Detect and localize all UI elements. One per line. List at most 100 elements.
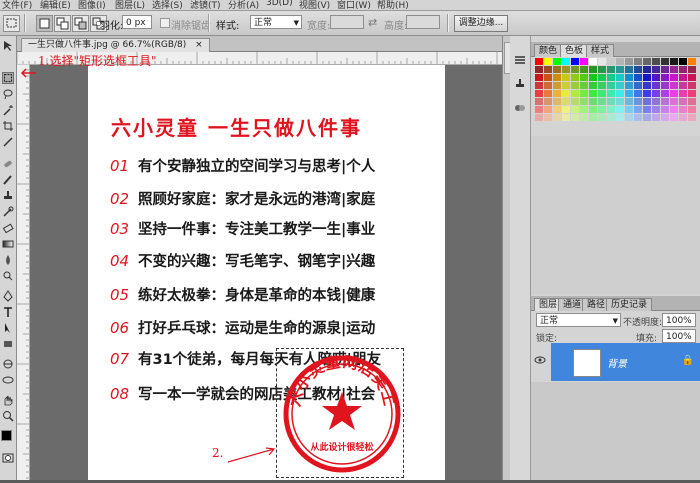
layer-row[interactable]: 背景 🔒 bbox=[551, 343, 700, 381]
eyedropper-tool[interactable] bbox=[2, 136, 14, 148]
styles-icon[interactable] bbox=[514, 102, 526, 117]
swatch[interactable] bbox=[580, 106, 588, 113]
swatch[interactable] bbox=[580, 66, 588, 73]
hand-tool[interactable] bbox=[2, 394, 14, 406]
swatch[interactable] bbox=[670, 74, 678, 81]
swatch[interactable] bbox=[553, 58, 561, 65]
swatch[interactable] bbox=[589, 98, 597, 105]
history-brush-tool[interactable] bbox=[2, 206, 14, 218]
tool-preset-picker[interactable] bbox=[3, 15, 20, 32]
swatch[interactable] bbox=[607, 82, 615, 89]
swatch[interactable] bbox=[634, 74, 642, 81]
swatch[interactable] bbox=[580, 114, 588, 121]
swatch[interactable] bbox=[589, 114, 597, 121]
swatch[interactable] bbox=[688, 58, 696, 65]
swatch[interactable] bbox=[580, 74, 588, 81]
swatch[interactable] bbox=[589, 90, 597, 97]
swatch[interactable] bbox=[607, 98, 615, 105]
swatch[interactable] bbox=[652, 106, 660, 113]
swatch[interactable] bbox=[535, 98, 543, 105]
swatch[interactable] bbox=[571, 66, 579, 73]
swatch[interactable] bbox=[670, 58, 678, 65]
swatch[interactable] bbox=[544, 98, 552, 105]
swatch[interactable] bbox=[571, 90, 579, 97]
swatch[interactable] bbox=[535, 106, 543, 113]
swatch[interactable] bbox=[544, 74, 552, 81]
swatch[interactable] bbox=[661, 82, 669, 89]
menu-item[interactable]: 帮助(H) bbox=[377, 0, 409, 11]
swatch[interactable] bbox=[679, 66, 687, 73]
swatch[interactable] bbox=[598, 90, 606, 97]
lasso-tool[interactable] bbox=[2, 88, 14, 100]
swatch[interactable] bbox=[562, 98, 570, 105]
swatch[interactable] bbox=[634, 106, 642, 113]
shape-tool[interactable] bbox=[2, 338, 14, 350]
swatch[interactable] bbox=[688, 74, 696, 81]
swatch[interactable] bbox=[553, 114, 561, 121]
swatch[interactable] bbox=[670, 66, 678, 73]
swatch[interactable] bbox=[562, 82, 570, 89]
menu-item[interactable]: 分析(A) bbox=[228, 0, 259, 11]
pen-tool[interactable] bbox=[2, 290, 14, 302]
swatch[interactable] bbox=[571, 74, 579, 81]
swatch[interactable] bbox=[589, 66, 597, 73]
swatch[interactable] bbox=[535, 74, 543, 81]
swatch[interactable] bbox=[589, 82, 597, 89]
magic-wand-tool[interactable] bbox=[2, 104, 14, 116]
menu-item[interactable]: 选择(S) bbox=[152, 0, 183, 11]
swatch[interactable] bbox=[580, 58, 588, 65]
swatch[interactable] bbox=[580, 82, 588, 89]
swatch[interactable] bbox=[616, 106, 624, 113]
menu-item[interactable]: 图层(L) bbox=[115, 0, 145, 11]
swatch[interactable] bbox=[571, 98, 579, 105]
dodge-tool[interactable] bbox=[2, 270, 14, 282]
swatch[interactable] bbox=[562, 90, 570, 97]
swatch[interactable] bbox=[652, 114, 660, 121]
swatch[interactable] bbox=[544, 106, 552, 113]
menu-item[interactable]: 视图(V) bbox=[299, 0, 330, 11]
swatch[interactable] bbox=[634, 58, 642, 65]
swatch[interactable] bbox=[553, 106, 561, 113]
healing-brush-tool[interactable] bbox=[2, 158, 14, 170]
swatch[interactable] bbox=[652, 98, 660, 105]
swatch[interactable] bbox=[652, 82, 660, 89]
swatch[interactable] bbox=[535, 90, 543, 97]
swatch[interactable] bbox=[661, 90, 669, 97]
swatch[interactable] bbox=[598, 82, 606, 89]
swatch[interactable] bbox=[679, 106, 687, 113]
swatch[interactable] bbox=[598, 114, 606, 121]
crop-tool[interactable] bbox=[2, 120, 14, 132]
swatch[interactable] bbox=[616, 114, 624, 121]
type-tool[interactable] bbox=[2, 306, 14, 318]
swatch[interactable] bbox=[634, 114, 642, 121]
eraser-tool[interactable] bbox=[2, 222, 14, 234]
swatch[interactable] bbox=[661, 66, 669, 73]
swatch[interactable] bbox=[679, 74, 687, 81]
swatch[interactable] bbox=[580, 98, 588, 105]
swatch[interactable] bbox=[634, 66, 642, 73]
swatch[interactable] bbox=[607, 106, 615, 113]
swatch[interactable] bbox=[643, 66, 651, 73]
swatch[interactable] bbox=[571, 58, 579, 65]
swatch[interactable] bbox=[643, 58, 651, 65]
swatch[interactable] bbox=[535, 66, 543, 73]
tab-styles[interactable]: 样式 bbox=[586, 44, 615, 57]
rectangular-marquee-tool[interactable] bbox=[2, 72, 14, 84]
swatch[interactable] bbox=[679, 98, 687, 105]
swatch[interactable] bbox=[589, 74, 597, 81]
menu-item[interactable]: 窗口(W) bbox=[337, 0, 371, 11]
menu-item[interactable]: 3D(D) bbox=[266, 0, 293, 8]
swatch[interactable] bbox=[553, 66, 561, 73]
swatch[interactable] bbox=[607, 90, 615, 97]
swatch[interactable] bbox=[535, 82, 543, 89]
tab-history[interactable]: 历史记录 bbox=[606, 298, 653, 311]
swatch[interactable] bbox=[679, 90, 687, 97]
menu-item[interactable]: 文件(F) bbox=[2, 0, 32, 11]
swatch[interactable] bbox=[589, 58, 597, 65]
swatch[interactable] bbox=[607, 66, 615, 73]
swatch[interactable] bbox=[661, 106, 669, 113]
swatch[interactable] bbox=[679, 82, 687, 89]
opacity-input[interactable]: 100% bbox=[662, 313, 696, 327]
swatch[interactable] bbox=[652, 74, 660, 81]
swatch[interactable] bbox=[553, 82, 561, 89]
